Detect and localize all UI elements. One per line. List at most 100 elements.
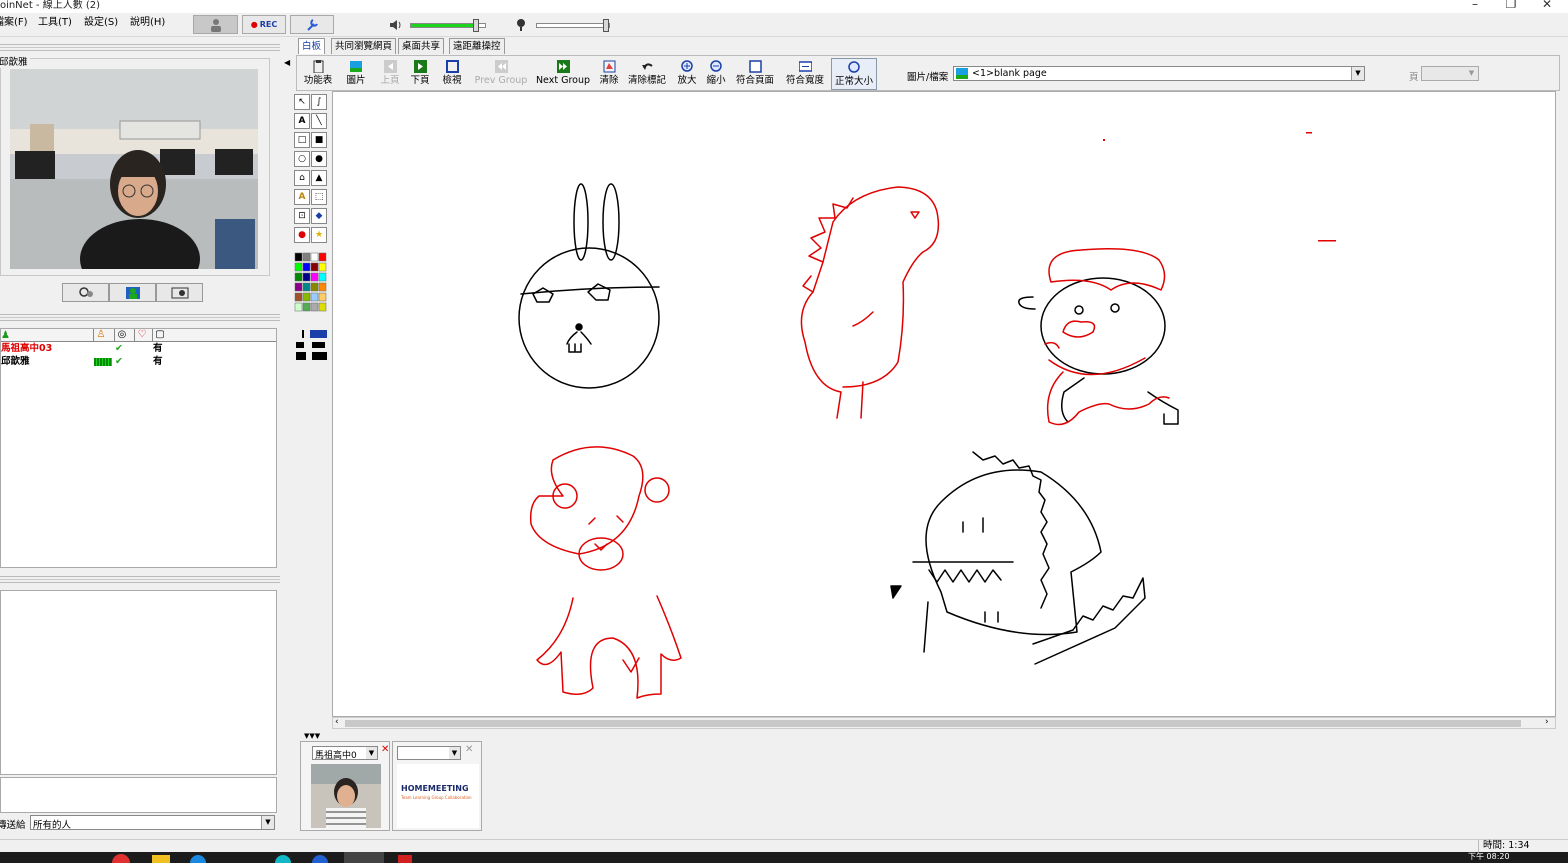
select-area-tool-icon[interactable]: ⬚ [311,189,327,205]
taskbar-app-icon[interactable] [112,854,130,863]
tab-whiteboard[interactable]: 白板 [298,38,326,54]
thumbnail-card-1[interactable]: 馬祖高中0 ▼ ✕ [300,741,390,831]
record-label: REC [259,20,278,29]
whiteboard-canvas[interactable] [332,91,1556,717]
tool-fit-page[interactable]: 符合頁面 [733,58,777,86]
video-user-button[interactable] [109,283,156,302]
tool-zoom-in[interactable]: 放大 [675,58,699,86]
mic-volume-slider[interactable] [536,19,610,32]
file-column-icon[interactable]: ▢ [152,329,167,341]
tool-clear[interactable]: 清除 [597,58,621,86]
tool-next-group[interactable]: Next Group [535,58,591,86]
rect-tool-icon[interactable]: □ [294,132,310,148]
video-camera-button[interactable] [156,283,203,302]
scroll-left-icon[interactable]: ‹ [335,717,339,727]
taskbar-app-icon-2[interactable] [275,855,291,863]
tab-cobrowse[interactable]: 共同瀏覽網頁 [331,38,397,54]
canvas-horizontal-scrollbar[interactable]: ‹ › [332,717,1556,729]
tab-desktop-share[interactable]: 桌面共享 [398,38,445,54]
chat-input[interactable] [0,777,277,813]
taskbar-active-app[interactable] [344,852,384,863]
filled-ellipse-tool-icon[interactable]: ● [311,151,327,167]
speaker-volume-slider[interactable] [410,19,486,32]
menu-settings[interactable]: 設定(S) [84,17,118,29]
line-width-picker[interactable] [294,330,327,362]
mic-volume-thumb[interactable] [603,19,609,32]
dropdown-arrow-icon[interactable]: ▼ [261,816,274,829]
tool-normal-size[interactable]: 正常大小 [831,58,877,90]
dropdown-arrow-icon[interactable]: ▼ [1465,67,1478,80]
browser-icon[interactable] [190,855,206,863]
tool-menu[interactable]: 功能表 [301,58,335,86]
dropdown-arrow-icon[interactable]: ▼ [1351,67,1364,80]
taskbar-app-icon-3[interactable] [312,855,328,863]
hand-raise-button[interactable] [193,15,238,34]
dropdown-arrow-icon[interactable]: ▼ [366,747,377,759]
tool-image[interactable]: 圖片 [343,58,369,86]
user-row[interactable]: 馬祖高中03 ✔ 有 [1,342,276,355]
eraser-tool-icon[interactable]: ◆ [311,208,327,224]
settings-wrench-button[interactable] [290,15,334,34]
star-stamp-icon[interactable]: ★ [311,227,327,243]
tool-label: 功能表 [303,75,333,86]
thumbnail-select-2[interactable]: ▼ [397,746,461,760]
record-button[interactable]: ● REC [242,15,286,34]
apple-stamp-icon[interactable]: ● [294,227,310,243]
thumbnail-card-2[interactable]: ▼ ✕ HOMEMEETING Team Learning Group Coll… [392,741,482,831]
screenshot-tool-icon[interactable]: ⊡ [294,208,310,224]
tool-fit-width[interactable]: 符合寬度 [783,58,827,86]
scroll-thumb[interactable] [345,720,1521,727]
menu-tools[interactable]: 工具(T) [38,17,72,29]
tab-remote-control[interactable]: 遠距離操控 [449,38,505,54]
line-tool-icon[interactable]: ╲ [311,113,327,129]
thumbnail-select-1[interactable]: 馬祖高中0 ▼ [312,746,378,761]
highlight-text-tool-icon[interactable]: A [294,189,310,205]
tool-prev-page[interactable]: 上頁 [377,58,403,86]
panel-splitter-2[interactable] [0,314,280,321]
video-column-icon[interactable]: ◎ [114,329,129,341]
users-column-icon[interactable]: ♟ [1,330,10,341]
image-file-select[interactable]: <1>blank page ▼ [953,66,1365,81]
restore-icon[interactable]: ❐ [1496,0,1526,12]
menu-file[interactable]: 檔案(F) [0,17,28,29]
filled-polygon-tool-icon[interactable]: ▲ [311,170,327,186]
collapse-left-icon[interactable]: ◀ [284,58,290,67]
panel-splitter[interactable] [0,44,280,51]
pointer-tool-icon[interactable]: ↖ [294,94,310,110]
freehand-tool-icon[interactable]: ∫ [311,94,327,110]
speak-column-icon[interactable]: ♡ [134,329,149,341]
tool-prev-group[interactable]: Prev Group [474,58,528,86]
taskbar-app-icon-4[interactable] [398,855,412,863]
filled-rect-tool-icon[interactable]: ■ [311,132,327,148]
close-thumbnail-icon[interactable]: ✕ [381,744,389,755]
tool-zoom-out[interactable]: 縮小 [704,58,728,86]
microphone-icon[interactable] [514,18,528,32]
close-thumbnail-icon[interactable]: ✕ [465,744,473,755]
send-to-select[interactable]: 所有的人 ▼ [30,815,275,831]
dropdown-arrow-icon[interactable]: ▼ [449,747,460,759]
speaker-volume-thumb[interactable] [473,19,480,32]
folder-icon[interactable] [152,855,170,863]
close-window-icon[interactable]: ✕ [1532,0,1562,12]
user-list-header: ♟ ♙ ◎ ♡ ▢ [1,329,276,342]
menu-help[interactable]: 說明(H) [130,17,165,29]
tool-next-page[interactable]: 下頁 [407,58,433,86]
speaker-icon[interactable] [388,18,402,32]
user-row[interactable]: 邱歆雅 ✔ 有 [1,355,276,368]
video-search-button[interactable] [62,283,109,302]
collapse-thumbnails-icon[interactable]: ▼▼▼ [304,732,320,740]
image-icon [349,61,362,72]
role-column-icon[interactable]: ♙ [93,329,108,341]
ellipse-tool-icon[interactable]: ○ [294,151,310,167]
polygon-tool-icon[interactable]: ⌂ [294,170,310,186]
tool-clear-marks[interactable]: 清除標記 [625,58,669,86]
panel-splitter-3[interactable] [0,576,280,583]
page-select[interactable]: ▼ [1421,66,1479,81]
color-palette[interactable] [294,252,327,318]
scroll-right-icon[interactable]: › [1545,717,1549,727]
minimize-icon[interactable]: – [1460,0,1490,12]
text-tool-icon[interactable]: A [294,113,310,129]
chat-history[interactable] [0,590,277,775]
tool-label: 清除 [599,75,619,86]
tool-view[interactable]: 檢視 [439,58,465,86]
